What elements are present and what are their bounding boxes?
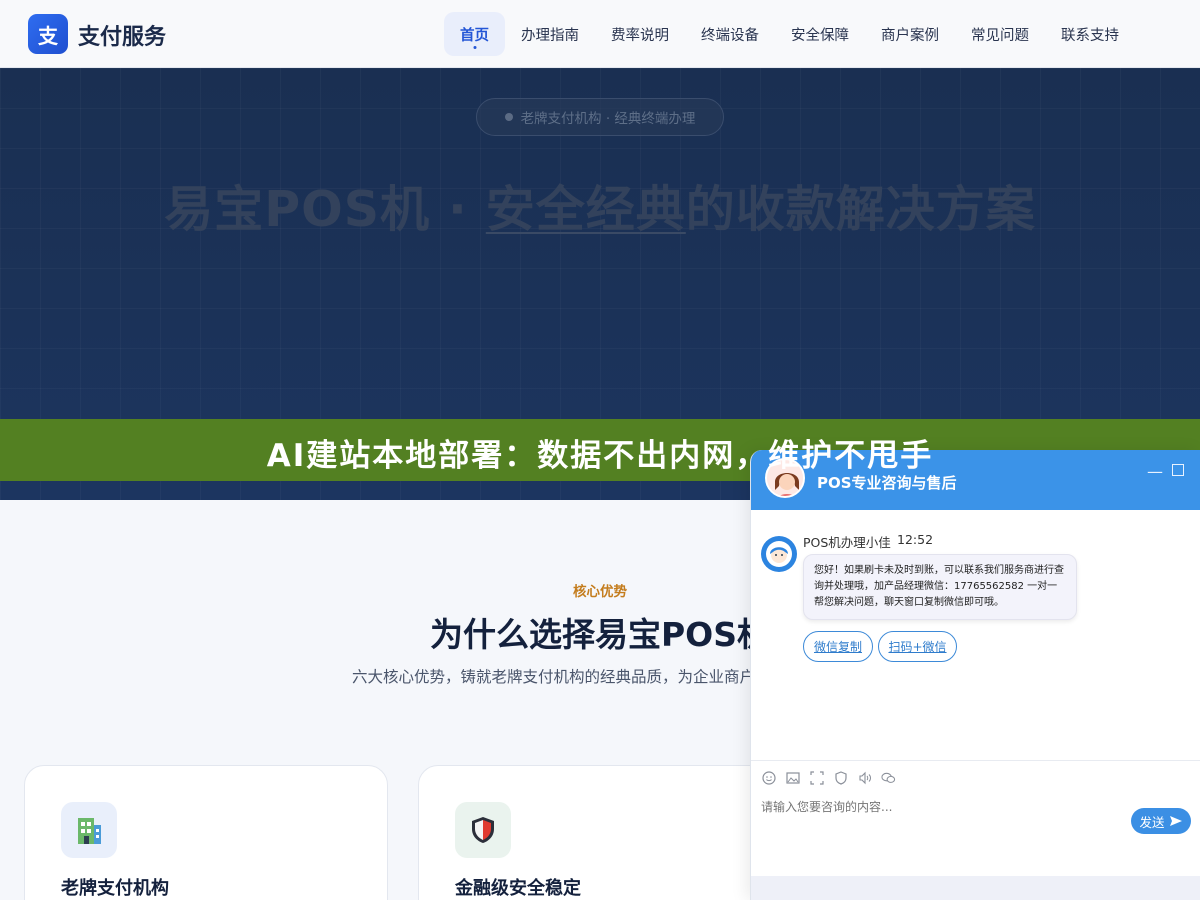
evaluate-icon[interactable] xyxy=(833,770,848,785)
send-button[interactable]: 发送 xyxy=(1131,808,1191,834)
image-icon[interactable] xyxy=(785,770,800,785)
nav-item-home[interactable]: 首页 xyxy=(444,12,505,56)
chat-input[interactable] xyxy=(761,800,1121,814)
site-header: 支 支付服务 首页 办理指南 费率说明 终端设备 安全保障 商户案例 常见问题 … xyxy=(0,0,1200,68)
scan-wechat-button[interactable]: 扫码+微信 xyxy=(878,631,957,662)
send-button-label: 发送 xyxy=(1139,814,1165,830)
message-time: 12:52 xyxy=(897,532,934,547)
copy-wechat-button[interactable]: 微信复制 xyxy=(803,631,873,662)
feature-card-security[interactable]: 金融级安全稳定 xyxy=(418,765,782,900)
wechat-icon[interactable] xyxy=(881,770,896,785)
chat-footer xyxy=(751,876,1200,900)
nav-item-guide[interactable]: 办理指南 xyxy=(505,12,595,56)
hero-title: 易宝POS机 · 安全经典的收款解决方案 xyxy=(0,170,1200,241)
feature-card-veteran[interactable]: 老牌支付机构 xyxy=(24,765,388,900)
shield-icon xyxy=(455,802,511,858)
nav-item-contact[interactable]: 联系支持 xyxy=(1045,12,1135,56)
logo-text[interactable]: 支付服务 xyxy=(78,19,166,51)
send-icon xyxy=(1169,816,1182,826)
hero-title-part2: 的收款解决方案 xyxy=(685,181,1036,238)
badge-dot-icon xyxy=(504,113,513,121)
chat-title: POS专业咨询与售后 xyxy=(817,474,957,492)
main-nav: 首页 办理指南 费率说明 终端设备 安全保障 商户案例 常见问题 联系支持 xyxy=(444,12,1135,56)
building-icon xyxy=(61,802,117,858)
feature-card-title: 金融级安全稳定 xyxy=(455,878,581,899)
hero-badge: 老牌支付机构 · 经典终端办理 xyxy=(476,98,724,136)
nav-item-cases[interactable]: 商户案例 xyxy=(865,12,955,56)
agent-avatar-icon xyxy=(761,536,797,572)
chat-widget[interactable]: POS专业咨询与售后 — POS机办理小佳 12:52 您好！如果刷卡未及时到账… xyxy=(750,450,1200,900)
hero-title-part1: 易宝POS机 · xyxy=(164,181,486,238)
voice-icon[interactable] xyxy=(857,770,872,785)
promo-banner-text: AI建站本地部署：数据不出内网，维护不甩手 xyxy=(266,438,934,474)
hero-title-highlight: 安全经典 xyxy=(485,181,686,238)
nav-item-devices[interactable]: 终端设备 xyxy=(685,12,775,56)
nav-item-security[interactable]: 安全保障 xyxy=(775,12,865,56)
agent-name: POS机办理小佳 xyxy=(803,535,891,550)
logo-icon[interactable]: 支 xyxy=(28,14,68,54)
emoji-icon[interactable] xyxy=(761,770,776,785)
message-bubble: 您好！如果刷卡未及时到账，可以联系我们服务商进行查询并处理哦，加产品经理微信：1… xyxy=(803,554,1077,620)
hero-badge-text: 老牌支付机构 · 经典终端办理 xyxy=(520,111,696,127)
feature-card-title: 老牌支付机构 xyxy=(61,878,169,899)
nav-item-rates[interactable]: 费率说明 xyxy=(595,12,685,56)
nav-item-faq[interactable]: 常见问题 xyxy=(955,12,1045,56)
chat-toolbar xyxy=(761,770,896,785)
screenshot-icon[interactable] xyxy=(809,770,824,785)
chat-divider xyxy=(751,760,1200,761)
